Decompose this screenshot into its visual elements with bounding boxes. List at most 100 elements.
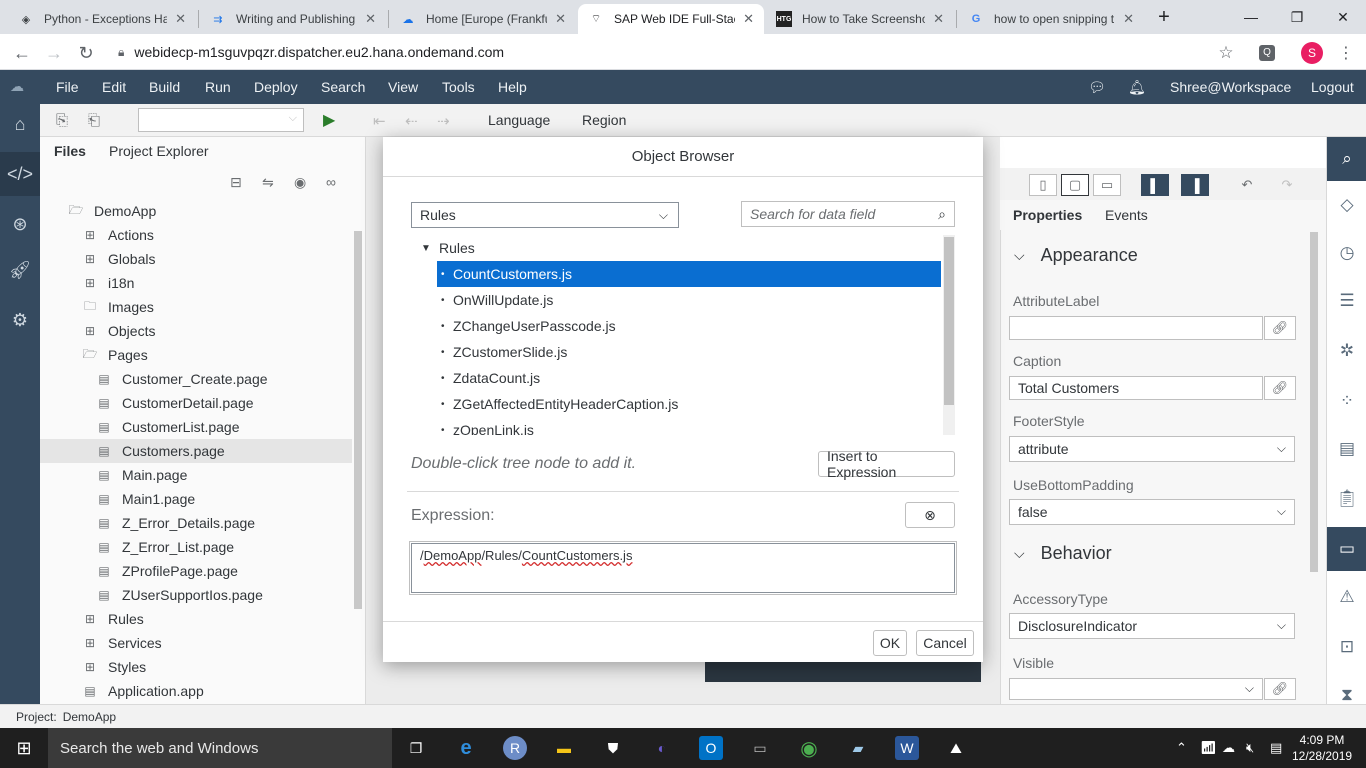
tree-item[interactable]: ⊞ Services [40, 631, 352, 655]
search-input[interactable]: Search for data field ⌕ [741, 201, 955, 227]
file-tree-scrollbar[interactable] [354, 231, 362, 609]
windows-start-icon[interactable]: ⊞ [0, 728, 48, 768]
tree-item[interactable]: ⊞ Globals [40, 247, 352, 271]
expression-textarea[interactable]: /DemoApp/Rules/CountCustomers.js [409, 541, 957, 595]
cancel-button[interactable]: Cancel [916, 630, 974, 656]
preview-icon[interactable]: ⊡ [1335, 635, 1359, 659]
tree-scrollbar[interactable] [943, 235, 955, 435]
properties-scrollbar[interactable] [1310, 232, 1318, 572]
rocket-icon[interactable]: 🚀︎ [8, 258, 32, 282]
menu-search[interactable]: Search [321, 79, 365, 95]
back-icon[interactable]: ← [10, 41, 34, 65]
run-configuration-select[interactable]: ⌵ [138, 108, 304, 132]
photos-icon[interactable]: ⛰ [944, 736, 968, 760]
file-explorer-icon[interactable]: ▬ [552, 736, 576, 760]
save-all-icon[interactable]: ⎗ [88, 112, 100, 129]
development-icon[interactable]: </> [0, 152, 40, 196]
rule-item[interactable]: • CountCustomers.js [437, 261, 941, 287]
show-hidden-icon[interactable]: ◉ [294, 174, 306, 191]
clear-expression-button[interactable]: ⊗ [905, 502, 955, 528]
user-name[interactable]: Shree@Workspace [1170, 79, 1291, 95]
close-window-button[interactable]: ✕ [1320, 0, 1366, 34]
tab-events[interactable]: Events [1105, 207, 1148, 223]
profile-avatar[interactable]: S [1300, 41, 1324, 65]
menu-run[interactable]: Run [205, 79, 231, 95]
footer-style-select[interactable]: attribute ⌵ [1009, 436, 1295, 462]
scrollbar-thumb[interactable] [944, 237, 954, 405]
browser-tab-htg[interactable]: HTG How to Take Screensho ✕ [766, 4, 954, 34]
close-icon[interactable]: ✕ [933, 11, 944, 27]
close-icon[interactable]: ✕ [743, 11, 754, 27]
debugger-bug-icon[interactable]: ✲ [1335, 339, 1359, 363]
tree-item[interactable]: ▤ Z_Error_List.page [40, 535, 352, 559]
use-bottom-padding-select[interactable]: false ⌵ [1009, 499, 1295, 525]
notepad-icon[interactable]: ▰ [846, 736, 870, 760]
edge-icon[interactable]: e [454, 736, 478, 760]
tree-item[interactable]: ▤ Customer_Create.page [40, 367, 352, 391]
tree-item[interactable]: ⊞ Actions [40, 223, 352, 247]
left-pane-toggle-icon[interactable]: ▌ [1141, 174, 1169, 196]
chrome-icon[interactable]: ◉ [797, 736, 821, 760]
notification-bell-icon[interactable]: 🔔︎ [1128, 79, 1146, 96]
tree-item[interactable]: ▤ CustomerDetail.page [40, 391, 352, 415]
rule-item[interactable]: • ZChangeUserPasscode.js [437, 313, 941, 339]
tree-item[interactable]: ▤ ZUserSupportIos.page [40, 583, 352, 607]
maximize-button[interactable]: ❐ [1274, 0, 1320, 34]
tree-item[interactable]: 🗁 DemoApp [40, 199, 352, 223]
region-button[interactable]: Region [582, 112, 626, 128]
eclipse-icon[interactable]: ◐ [650, 736, 674, 760]
settings-gear-icon[interactable]: ⚙ [8, 308, 32, 332]
chat-icon[interactable]: 💬︎ [1088, 79, 1106, 96]
caption-input[interactable]: Total Customers [1009, 376, 1263, 400]
forward-arrow-icon[interactable]: ⇢ [437, 112, 450, 130]
insert-to-expression-button[interactable]: Insert to Expression [818, 448, 955, 480]
binoculars-icon[interactable]: ∞ [326, 174, 336, 190]
collapse-all-icon[interactable]: ⊟ [230, 174, 242, 191]
menu-deploy[interactable]: Deploy [254, 79, 298, 95]
storyboard-icon[interactable]: ⊛ [8, 212, 32, 236]
close-icon[interactable]: ✕ [1123, 11, 1134, 27]
minimize-button[interactable]: — [1228, 0, 1274, 34]
ok-button[interactable]: OK [873, 630, 907, 656]
bookmark-star-icon[interactable]: ☆ [1214, 41, 1238, 65]
close-icon[interactable]: ✕ [365, 11, 376, 27]
menu-help[interactable]: Help [498, 79, 527, 95]
browser-tab-writing[interactable]: ⇉ Writing and Publishing ✕ [200, 4, 386, 34]
task-view-icon[interactable]: ❐ [404, 736, 428, 760]
tree-item[interactable]: ▤ Main.page [40, 463, 352, 487]
tablet-view-icon[interactable]: ▢ [1061, 174, 1089, 196]
outlook-icon[interactable]: O [699, 736, 723, 760]
tab-properties[interactable]: Properties [1013, 207, 1082, 223]
taskbar-search[interactable]: Search the web and Windows [48, 728, 392, 768]
link-icon[interactable]: 🔗︎ [1264, 316, 1296, 340]
desktop-view-icon[interactable]: ▭ [1093, 174, 1121, 196]
link-icon[interactable]: 🔗︎ [1264, 678, 1296, 700]
close-icon[interactable]: ✕ [555, 11, 566, 27]
tree-item[interactable]: ⊞ i18n [40, 271, 352, 295]
terminal-icon[interactable]: ▭ [748, 736, 772, 760]
action-center-icon[interactable]: ▤ [1270, 740, 1282, 756]
tree-item[interactable]: ▤ Application.app [40, 679, 352, 703]
r-app-icon[interactable]: R [503, 736, 527, 760]
logout-link[interactable]: Logout [1311, 79, 1354, 95]
network-icon[interactable]: 📶︎ [1200, 740, 1217, 756]
browser-tab-home[interactable]: ☁ Home [Europe (Frankfu ✕ [390, 4, 576, 34]
attribute-label-input[interactable] [1009, 316, 1263, 340]
link-editor-icon[interactable]: ⇋ [262, 174, 274, 191]
tree-item[interactable]: ▤ Main1.page [40, 487, 352, 511]
redo-icon[interactable]: ↷ [1273, 174, 1301, 196]
console-icon[interactable]: ▭ [1327, 527, 1366, 571]
browser-tab-google[interactable]: G how to open snipping t ✕ [958, 4, 1144, 34]
menu-file[interactable]: File [56, 79, 79, 95]
browser-tab-python[interactable]: ◈ Python - Exceptions Ha ✕ [8, 4, 196, 34]
outline-icon[interactable]: ☰ [1335, 289, 1359, 313]
rule-item[interactable]: • ZCustomerSlide.js [437, 339, 941, 365]
tray-chevron-up-icon[interactable]: ⌃ [1176, 740, 1187, 756]
tree-item[interactable]: ⊞ Objects [40, 319, 352, 343]
new-tab-button[interactable]: + [1142, 0, 1186, 34]
forward-icon[interactable]: → [42, 41, 66, 65]
history-icon[interactable]: ◷ [1335, 241, 1359, 265]
rule-item[interactable]: • OnWillUpdate.js [437, 287, 941, 313]
store-icon[interactable]: ⛊ [601, 736, 625, 760]
problems-warning-icon[interactable]: ⚠ [1335, 585, 1359, 609]
